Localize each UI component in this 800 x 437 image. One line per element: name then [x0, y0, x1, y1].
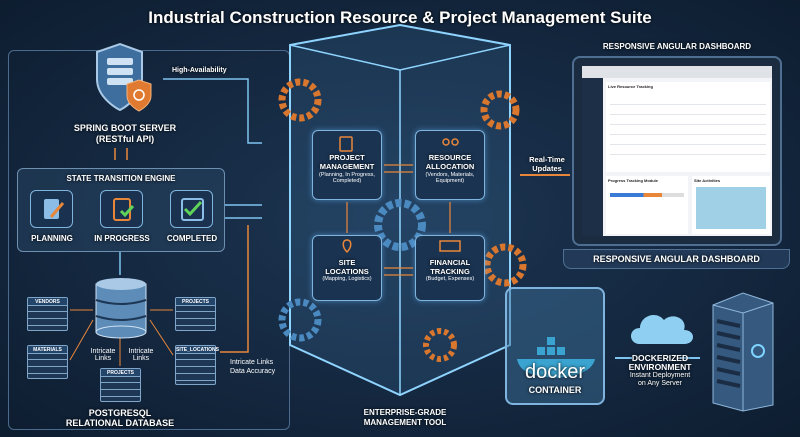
map-title: Site Activities [694, 178, 721, 183]
docker-label: CONTAINER [528, 385, 582, 395]
realtime-label-2: Updates [532, 164, 562, 173]
resource-table [610, 95, 766, 160]
realtime-label: Real-Time [529, 155, 565, 164]
table-title: Live Resource Tracking [608, 84, 653, 89]
docker-logo: docker [524, 361, 586, 383]
progress-card: Progress Tracking Module [606, 176, 688, 234]
dashboard-screen: Live Resource Tracking Progress Tracking… [582, 66, 772, 236]
cloud-icon [631, 314, 693, 344]
resource-table-card: Live Resource Tracking [606, 82, 770, 172]
dashboard-footer: RESPONSIVE ANGULAR DASHBOARD [563, 249, 790, 269]
deploy-sub: Instant Deployment [629, 372, 691, 379]
map-card: Site Activities [692, 176, 770, 234]
laptop-frame: Live Resource Tracking Progress Tracking… [572, 56, 782, 246]
progress-title: Progress Tracking Module [608, 178, 659, 183]
core-caption: ENTERPRISE-GRADE [363, 408, 447, 417]
deploy-sub-2: on Any Server [638, 380, 682, 387]
deploy-title-2: ENVIRONMENT [628, 362, 692, 372]
core-caption-2: MANAGEMENT TOOL [363, 418, 447, 427]
server-rack-icon [712, 292, 774, 412]
dashboard-sidebar [582, 78, 603, 236]
world-map [696, 187, 766, 229]
docker-container-box: docker CONTAINER [505, 287, 605, 405]
progress-bar [610, 193, 684, 197]
dashboard-heading: RESPONSIVE ANGULAR DASHBOARD [602, 42, 752, 51]
browser-bar [582, 66, 772, 78]
